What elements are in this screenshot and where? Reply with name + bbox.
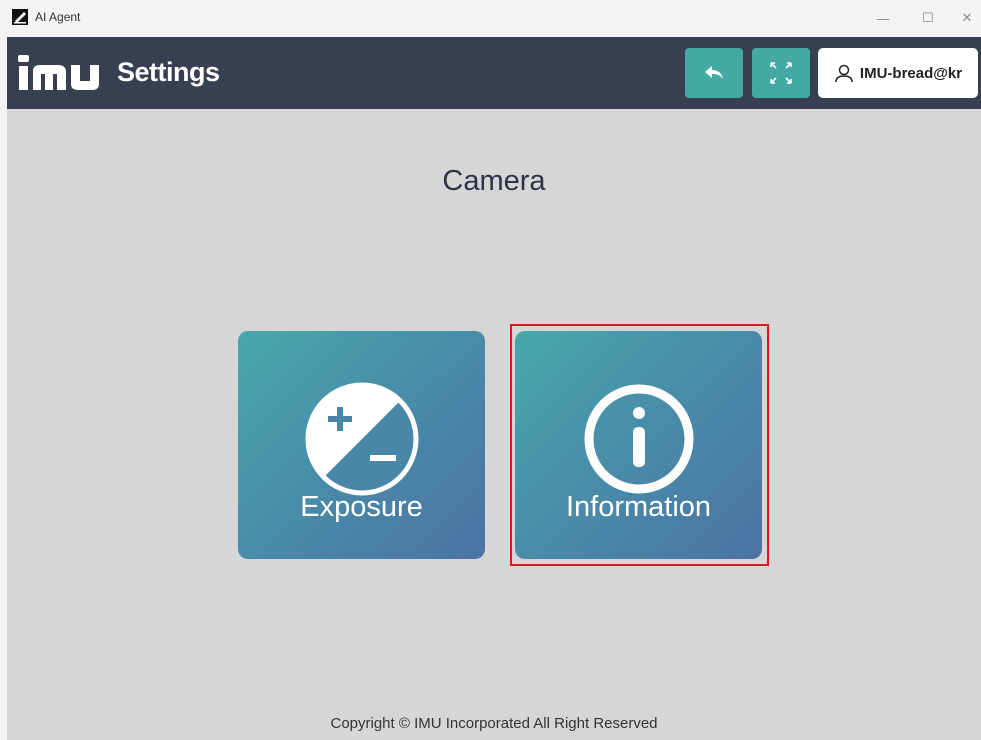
- maximize-button[interactable]: ☐: [911, 6, 945, 30]
- header-title: Settings: [117, 57, 220, 87]
- imu-logo: [18, 55, 99, 90]
- main-content: Camera Exposure Information Copyright © …: [7, 109, 981, 740]
- information-tile[interactable]: Information: [515, 331, 762, 559]
- page-title: Camera: [442, 165, 546, 197]
- fullscreen-icon: [770, 62, 792, 84]
- exposure-tile[interactable]: Exposure: [238, 331, 485, 559]
- close-button[interactable]: ✕: [953, 6, 981, 30]
- information-label: Information: [565, 491, 712, 523]
- back-arrow-icon: [705, 66, 723, 79]
- user-account-button[interactable]: IMU-bread@kr: [818, 48, 978, 98]
- app-logo-icon: [12, 9, 28, 25]
- info-icon: [584, 384, 694, 494]
- minimize-button[interactable]: —: [866, 6, 900, 30]
- app-window: AI Agent — ☐ ✕ Settings IMU-bread@kr Cam…: [0, 0, 981, 740]
- back-button[interactable]: [685, 48, 743, 98]
- app-header: Settings IMU-bread@kr: [7, 37, 981, 109]
- maximize-icon: ☐: [922, 10, 934, 25]
- window-title: AI Agent: [35, 10, 81, 24]
- exposure-label: Exposure: [300, 491, 423, 523]
- fullscreen-button[interactable]: [752, 48, 810, 98]
- exposure-icon: [305, 382, 419, 496]
- close-icon: ✕: [961, 10, 973, 25]
- user-label: IMU-bread@kr: [859, 64, 963, 82]
- user-icon: [835, 64, 853, 83]
- footer-copyright: Copyright © IMU Incorporated All Right R…: [330, 715, 658, 732]
- title-bar: AI Agent — ☐ ✕: [0, 0, 981, 37]
- minimize-icon: —: [876, 10, 890, 26]
